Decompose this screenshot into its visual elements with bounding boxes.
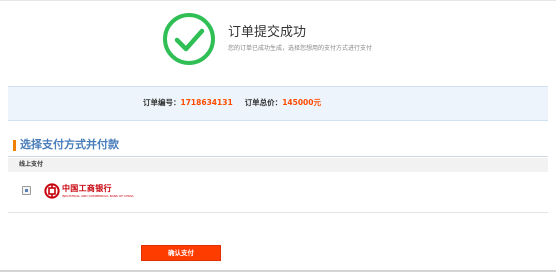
bottom-divider — [0, 270, 556, 272]
bank-name-english: INDUSTRIAL AND COMMERCIAL BANK OF CHINA — [62, 194, 134, 198]
radio-dot — [25, 189, 28, 192]
order-total-label: 订单总价： — [244, 98, 283, 107]
payment-section-title: 选择支付方式并付款 — [20, 138, 119, 151]
order-info-row: 订单编号：1718634131 订单总价：145000元 — [143, 97, 321, 109]
icbc-logo-icon[interactable] — [44, 183, 60, 199]
order-number-label: 订单编号： — [143, 98, 181, 107]
bank-list-divider — [8, 212, 548, 213]
order-info-band: 订单编号：1718634131 订单总价：145000元 — [8, 86, 548, 121]
confirm-payment-button[interactable]: 确认支付 — [141, 245, 221, 261]
success-subtitle: 您的订单已成功生成，选择您想用的支付方式进行支付 — [228, 45, 373, 52]
section-divider — [8, 156, 548, 157]
bank-select-radio[interactable] — [22, 186, 31, 195]
order-number-value: 1718634131 — [180, 98, 233, 107]
check-circle-icon — [163, 13, 215, 65]
bank-name[interactable]: 中国工商银行 — [62, 184, 112, 193]
section-marker — [13, 140, 16, 151]
top-divider — [0, 0, 556, 1]
success-title: 订单提交成功 — [228, 25, 307, 40]
online-payment-header: 线上支付 — [8, 158, 548, 172]
order-total-value: 145000元 — [282, 98, 321, 107]
online-payment-label: 线上支付 — [19, 161, 44, 168]
